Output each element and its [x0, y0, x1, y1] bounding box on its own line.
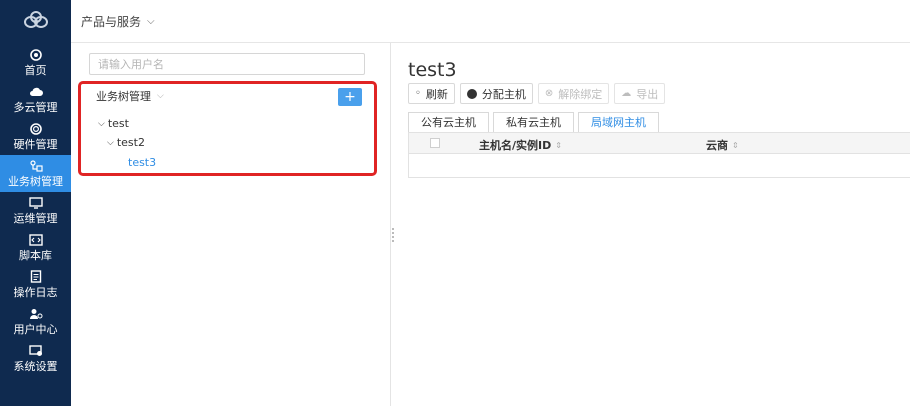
tab-lan-hosts[interactable]: 局域网主机 [578, 112, 659, 132]
chevron-down-icon: ⌵ [98, 118, 105, 129]
tree-title-label: 业务树管理 [96, 90, 151, 103]
unbind-button[interactable]: ⊗ 解除绑定 [537, 83, 610, 104]
logo-icon [23, 11, 48, 28]
table-header: 主机名/实例ID ⇕ 云商 ⇕ [409, 133, 910, 154]
logo[interactable] [0, 0, 71, 40]
tab-public-cloud-hosts[interactable]: 公有云主机 [408, 112, 489, 132]
script-icon [28, 233, 43, 247]
sort-icon: ⇕ [732, 140, 739, 150]
tree-node-test2[interactable]: ⌵ test2 [107, 136, 145, 149]
nav-item-hardware[interactable]: 硬件管理 [0, 118, 71, 155]
tree-node-test[interactable]: ⌵ test [98, 117, 129, 130]
column-cloud-provider[interactable]: 云商 ⇕ [706, 137, 739, 153]
assign-host-button[interactable]: 分配主机 [459, 83, 533, 104]
column-hostname-label: 主机名/实例ID [479, 139, 552, 152]
business-tree-icon [29, 159, 43, 173]
add-node-button[interactable]: + [338, 88, 362, 106]
hardware-icon [29, 122, 43, 136]
monitor-icon [28, 196, 43, 210]
product-services-menu[interactable]: 产品与服务 ⌵ [81, 13, 155, 30]
nav-item-scripts[interactable]: 脚本库 [0, 229, 71, 266]
sort-icon: ⇕ [555, 140, 562, 150]
home-icon [29, 48, 43, 62]
tree-node-test3[interactable]: test3 [128, 156, 156, 169]
nav-item-business-tree[interactable]: 业务树管理 [0, 155, 71, 192]
log-icon [29, 270, 43, 284]
export-label: 导出 [636, 87, 659, 101]
panel-splitter-handle[interactable] [391, 228, 395, 242]
unbind-label: 解除绑定 [558, 87, 603, 101]
refresh-button[interactable]: ◦ 刷新 [408, 83, 455, 104]
app-root: 首页 多云管理 硬件管理 业务树管理 运维管理 脚本库 操作日志 用户中心 系统… [0, 0, 910, 406]
assign-host-label: 分配主机 [481, 87, 526, 101]
nav-label: 业务树管理 [8, 174, 63, 188]
cloud-upload-icon: ☁ [621, 88, 632, 99]
chevron-down-icon: ⌵ [107, 137, 114, 148]
chevron-down-icon: ⌵ [147, 15, 155, 27]
tree-title[interactable]: 业务树管理 ⌵ [96, 88, 164, 104]
nav-item-system-settings[interactable]: 系统设置 [0, 340, 71, 377]
cloud-icon [29, 85, 43, 99]
nav-item-user-center[interactable]: 用户中心 [0, 303, 71, 340]
nav-label: 运维管理 [13, 211, 58, 225]
left-nav: 首页 多云管理 硬件管理 业务树管理 运维管理 脚本库 操作日志 用户中心 系统… [0, 0, 71, 406]
nav-item-ops[interactable]: 运维管理 [0, 192, 71, 229]
nav-label: 用户中心 [13, 322, 58, 336]
top-bar: 产品与服务 ⌵ [71, 0, 910, 43]
refresh-icon: ◦ [415, 88, 421, 99]
user-search-input[interactable] [89, 53, 365, 75]
tree-node-label: test2 [116, 136, 145, 149]
unlink-icon: ⊗ [544, 88, 554, 99]
toolbar: ◦ 刷新 分配主机 ⊗ 解除绑定 ☁ 导出 [408, 83, 666, 104]
tree-panel: 业务树管理 ⌵ + ⌵ test ⌵ test2 test3 [71, 43, 391, 406]
select-all-checkbox[interactable] [430, 138, 440, 148]
refresh-label: 刷新 [425, 87, 448, 101]
nav-label: 脚本库 [19, 248, 52, 262]
export-button[interactable]: ☁ 导出 [614, 83, 666, 104]
chevron-down-icon: ⌵ [157, 91, 164, 101]
tree-node-label: test3 [128, 156, 157, 169]
link-icon [466, 88, 477, 99]
nav-label: 操作日志 [13, 285, 58, 299]
column-hostname[interactable]: 主机名/实例ID ⇕ [479, 137, 562, 153]
product-services-label: 产品与服务 [81, 14, 142, 29]
tree-node-label: test [107, 117, 129, 130]
nav-item-multicloud[interactable]: 多云管理 [0, 81, 71, 118]
host-type-tabs: 公有云主机 私有云主机 局域网主机 [408, 112, 663, 132]
page-title: test3 [408, 59, 457, 81]
main-content: test3 ◦ 刷新 分配主机 ⊗ 解除绑定 ☁ 导出 公有云主机 私有云主机 … [396, 43, 910, 406]
nav-label: 硬件管理 [13, 137, 58, 151]
nav-label: 系统设置 [13, 359, 58, 373]
hosts-table: 主机名/实例ID ⇕ 云商 ⇕ [408, 132, 910, 178]
column-cloud-provider-label: 云商 [706, 139, 728, 152]
settings-icon [28, 344, 43, 358]
nav-item-logs[interactable]: 操作日志 [0, 266, 71, 303]
tab-private-cloud-hosts[interactable]: 私有云主机 [493, 112, 574, 132]
nav-label: 首页 [24, 63, 47, 77]
user-icon [29, 307, 43, 321]
nav-label: 多云管理 [13, 100, 58, 114]
nav-item-home[interactable]: 首页 [0, 44, 71, 81]
